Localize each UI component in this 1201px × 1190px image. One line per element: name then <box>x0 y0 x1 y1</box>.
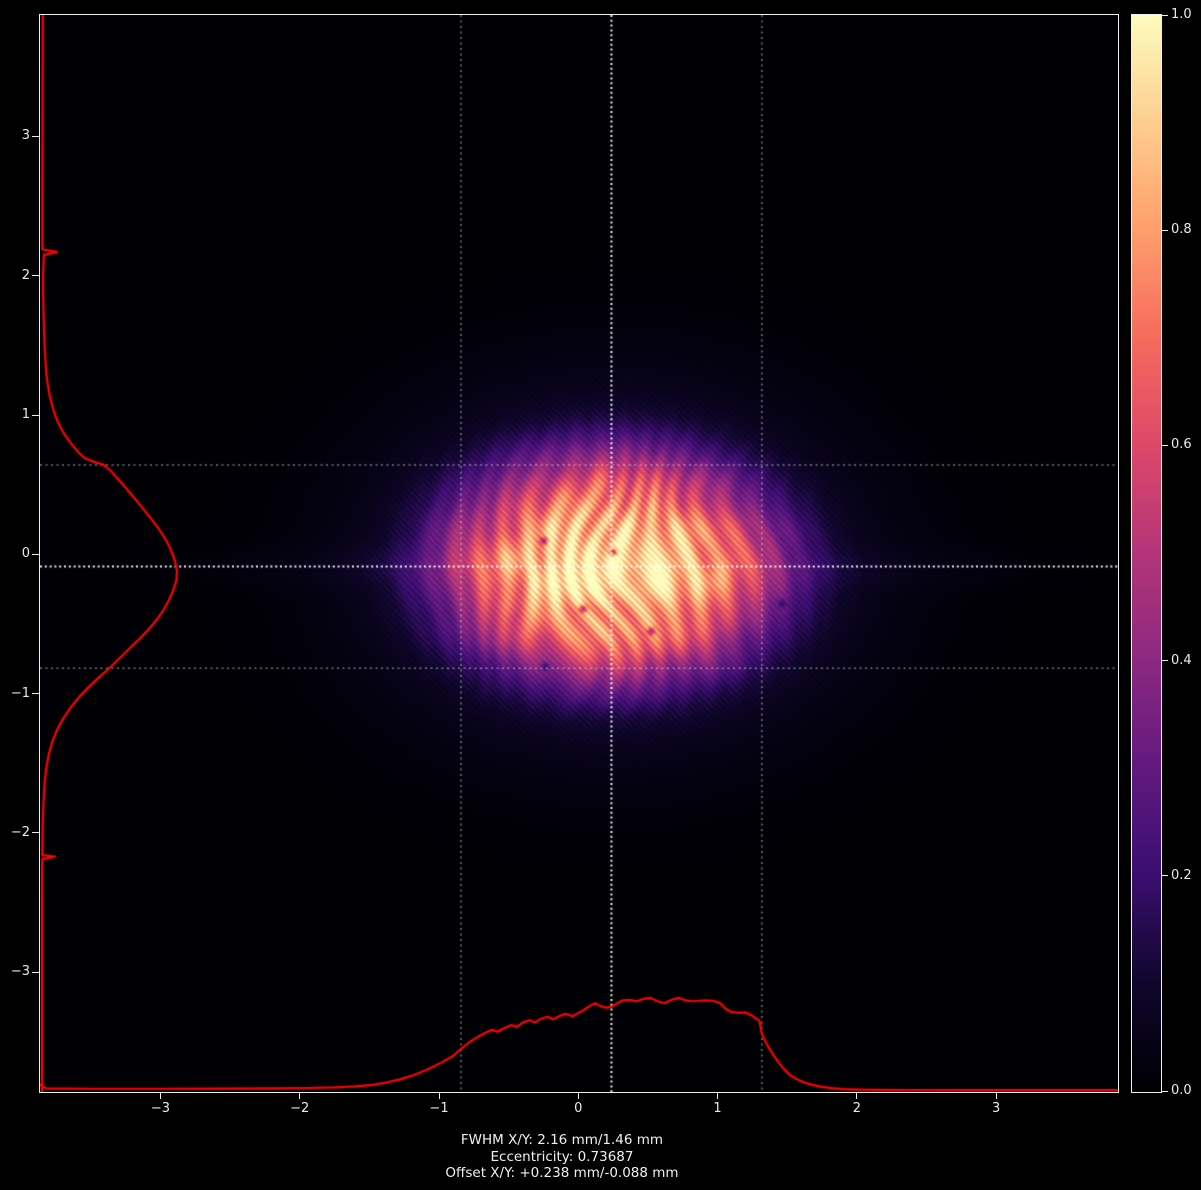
beam-stats: FWHM X/Y: 2.16 mm/1.46 mm Eccentricity: … <box>0 1132 1124 1182</box>
x-tick-mark <box>578 1092 579 1099</box>
y-tick-label: 3 <box>0 127 30 145</box>
colorbar-tick-label: 0.2 <box>1171 867 1192 885</box>
colorbar-tick-label: 1.0 <box>1171 6 1192 24</box>
y-tick-label: −2 <box>0 824 30 842</box>
fwhm-readout: FWHM X/Y: 2.16 mm/1.46 mm <box>0 1132 1124 1149</box>
y-tick-mark <box>32 275 39 276</box>
y-tick-mark <box>32 972 39 973</box>
offset-readout: Offset X/Y: +0.238 mm/-0.088 mm <box>0 1165 1124 1182</box>
colorbar <box>1131 14 1162 1093</box>
x-tick-label: 3 <box>976 1100 1016 1118</box>
x-tick-label: −1 <box>419 1100 459 1118</box>
y-tick-label: 0 <box>0 545 30 563</box>
beam-profiler-figure: −3 −2 −1 0 1 2 3 −3 −2 −1 0 1 2 3 1.0 0.8 0.6 0.4 0.2 0.0… <box>0 0 1201 1190</box>
colorbar-tick-mark <box>1162 875 1168 876</box>
x-tick-label: −2 <box>280 1100 320 1118</box>
x-tick-label: 2 <box>837 1100 877 1118</box>
colorbar-tick-mark <box>1162 660 1168 661</box>
x-tick-label: 0 <box>558 1100 598 1118</box>
colorbar-tick-label: 0.4 <box>1171 652 1192 670</box>
colorbar-tick-mark <box>1162 445 1168 446</box>
x-tick-label: 1 <box>698 1100 738 1118</box>
x-tick-mark <box>856 1092 857 1099</box>
colorbar-tick-mark <box>1162 230 1168 231</box>
colorbar-gradient <box>1132 15 1161 1092</box>
colorbar-tick-mark <box>1162 15 1168 16</box>
colorbar-tick-label: 0.6 <box>1171 436 1192 454</box>
x-tick-mark <box>299 1092 300 1099</box>
eccentricity-readout: Eccentricity: 0.73687 <box>0 1149 1124 1166</box>
y-tick-label: 2 <box>0 267 30 285</box>
x-tick-mark <box>439 1092 440 1099</box>
x-tick-label: −3 <box>140 1100 180 1118</box>
x-tick-mark <box>717 1092 718 1099</box>
y-tick-mark <box>32 415 39 416</box>
colorbar-tick-label: 0.0 <box>1171 1082 1192 1100</box>
y-tick-mark <box>32 832 39 833</box>
y-tick-mark <box>32 554 39 555</box>
y-tick-label: 1 <box>0 406 30 424</box>
colorbar-tick-label: 0.8 <box>1171 221 1192 239</box>
beam-image-canvas <box>40 15 1118 1092</box>
plot-area <box>39 14 1119 1093</box>
y-tick-label: −3 <box>0 963 30 981</box>
x-tick-mark <box>996 1092 997 1099</box>
colorbar-tick-mark <box>1162 1091 1168 1092</box>
y-tick-mark <box>32 136 39 137</box>
y-tick-label: −1 <box>0 685 30 703</box>
x-tick-mark <box>160 1092 161 1099</box>
y-tick-mark <box>32 693 39 694</box>
